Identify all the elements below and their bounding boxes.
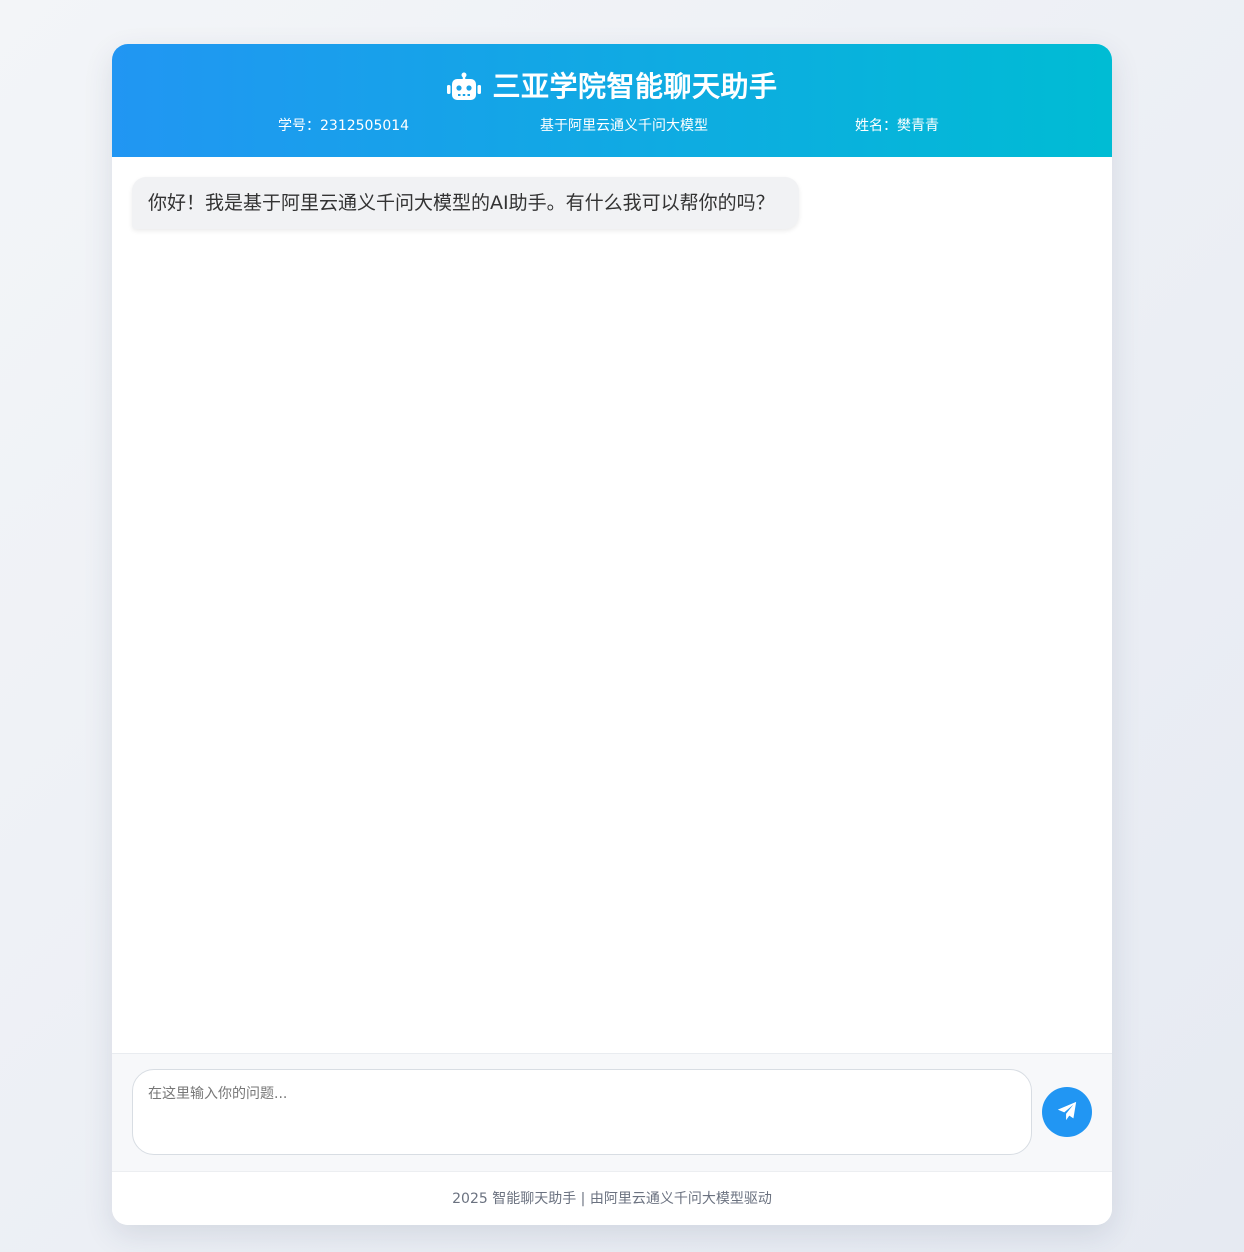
model-info-label: 基于阿里云通义千问大模型 [540, 118, 708, 134]
message-composer [112, 1053, 1112, 1171]
header-info-row: 学号：2312505014 基于阿里云通义千问大模型 姓名：樊青青 [112, 116, 1112, 136]
chat-header: 三亚学院智能聊天助手 学号：2312505014 基于阿里云通义千问大模型 姓名… [112, 44, 1112, 157]
page-title: 三亚学院智能聊天助手 [492, 70, 778, 103]
assistant-message-bubble: 你好！我是基于阿里云通义千问大模型的AI助手。有什么我可以帮你的吗？ [132, 177, 799, 229]
page-footer: 2025 智能聊天助手 | 由阿里云通义千问大模型驱动 [112, 1171, 1112, 1225]
send-button[interactable] [1042, 1087, 1092, 1137]
paper-plane-icon [1056, 1100, 1078, 1125]
student-id-label: 学号：2312505014 [278, 118, 410, 134]
chat-app-window: 三亚学院智能聊天助手 学号：2312505014 基于阿里云通义千问大模型 姓名… [112, 44, 1112, 1225]
message-list[interactable]: 你好！我是基于阿里云通义千问大模型的AI助手。有什么我可以帮你的吗？ [112, 157, 1112, 1053]
title-row: 三亚学院智能聊天助手 [112, 70, 1112, 104]
message-input[interactable] [132, 1069, 1032, 1155]
student-name-label: 姓名：樊青青 [855, 118, 939, 134]
robot-icon [446, 72, 482, 102]
